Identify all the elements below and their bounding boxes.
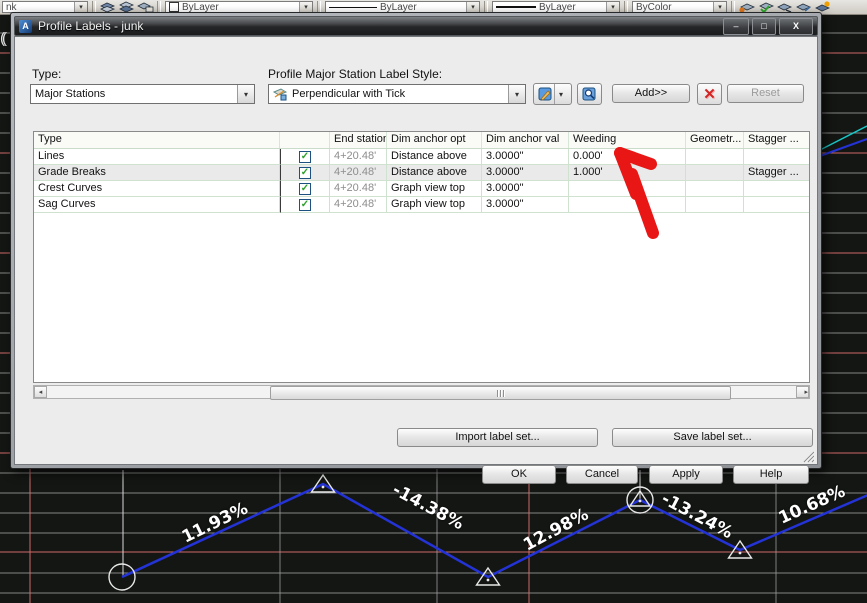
cell-anchor-opt[interactable]: Graph view top	[387, 197, 482, 213]
cell-stagger[interactable]	[744, 197, 809, 213]
save-label-set-button[interactable]: Save label set...	[612, 428, 813, 447]
label-style-icon	[273, 87, 288, 101]
cell-anchor-val[interactable]: 3.0000"	[482, 149, 569, 165]
label-style-select[interactable]: Perpendicular with Tick	[268, 84, 526, 104]
cell-anchor-val[interactable]: 3.0000"	[482, 165, 569, 181]
col-header[interactable]: Dim anchor val	[482, 132, 569, 148]
annotation-arrow	[614, 147, 659, 239]
cell-stagger[interactable]: Stagger ...	[744, 165, 809, 181]
cell-geometry[interactable]	[686, 165, 744, 181]
cell-anchor-opt[interactable]: Distance above	[387, 149, 482, 165]
cell-geometry[interactable]	[686, 181, 744, 197]
table-row-grade-breaks[interactable]: Grade Breaks 4+20.48' Distance above 3.0…	[34, 165, 809, 181]
plotstyle-value: ByColor	[636, 1, 672, 13]
ok-button[interactable]: OK	[482, 465, 556, 484]
table-row-crest-curves[interactable]: Crest Curves 4+20.48' Graph view top 3.0…	[34, 181, 809, 197]
col-header[interactable]: Type	[34, 132, 280, 148]
scrollbar-thumb[interactable]	[270, 386, 731, 400]
cell-stagger[interactable]	[744, 149, 809, 165]
cell-stagger[interactable]	[744, 181, 809, 197]
cell-type: Crest Curves	[34, 181, 280, 197]
scroll-right-arrow-icon[interactable]	[796, 386, 809, 398]
color-value: ByLayer	[182, 1, 219, 13]
cell-type: Lines	[34, 149, 280, 165]
table-header-row: Type End station Dim anchor opt Dim anch…	[34, 132, 809, 149]
minimize-button[interactable]: –	[723, 17, 749, 35]
background-curve-marks: ((	[0, 30, 7, 47]
apply-button[interactable]: Apply	[649, 465, 723, 484]
cell-anchor-opt[interactable]: Graph view top	[387, 181, 482, 197]
row-enabled-checkbox[interactable]	[299, 150, 311, 163]
import-label-set-button[interactable]: Import label set...	[397, 428, 598, 447]
row-enabled-checkbox[interactable]	[299, 182, 311, 195]
cell-anchor-val[interactable]: 3.0000"	[482, 181, 569, 197]
chevron-down-icon[interactable]	[553, 84, 568, 104]
cell-end-station: 4+20.48'	[330, 149, 387, 165]
type-label: Type:	[32, 67, 62, 81]
chevron-down-icon[interactable]	[713, 2, 726, 12]
cell-geometry[interactable]	[686, 149, 744, 165]
chevron-down-icon[interactable]	[466, 2, 479, 12]
cell-anchor-val[interactable]: 3.0000"	[482, 197, 569, 213]
resize-grip[interactable]	[803, 450, 816, 463]
table-row-lines[interactable]: Lines 4+20.48' Distance above 3.0000" 0.…	[34, 149, 809, 165]
cell-geometry[interactable]	[686, 197, 744, 213]
cell-checkbox	[280, 149, 330, 165]
linetype-sample-icon	[329, 6, 377, 8]
dialog-title: Profile Labels - junk	[38, 19, 144, 33]
chevron-down-icon[interactable]	[508, 85, 525, 103]
lineweight-value: ByLayer	[539, 1, 576, 13]
style-label: Profile Major Station Label Style:	[268, 67, 443, 81]
chevron-down-icon[interactable]	[74, 2, 87, 12]
label-types-table: Type End station Dim anchor opt Dim anch…	[33, 131, 810, 383]
linetype-value: ByLayer	[380, 1, 417, 13]
cancel-button[interactable]: Cancel	[566, 465, 638, 484]
profile-labels-dialog: A Profile Labels - junk – □ X Type: Prof…	[10, 12, 822, 484]
color-swatch-icon	[169, 2, 179, 12]
chevron-down-icon[interactable]	[606, 2, 619, 12]
layer-name: nk	[6, 1, 17, 13]
preview-style-button[interactable]	[577, 83, 602, 105]
maximize-button[interactable]: □	[752, 17, 776, 35]
col-header[interactable]	[280, 132, 330, 148]
help-button[interactable]: Help	[733, 465, 809, 484]
lineweight-sample-icon	[496, 6, 536, 8]
edit-style-icon	[538, 87, 553, 102]
delete-x-icon: ✕	[703, 85, 716, 103]
col-header[interactable]: Stagger ...	[744, 132, 809, 148]
col-header[interactable]: Geometr...	[686, 132, 744, 148]
cell-checkbox	[280, 165, 330, 181]
cell-end-station: 4+20.48'	[330, 197, 387, 213]
civil3d-app-icon: A	[19, 19, 32, 33]
close-button[interactable]: X	[779, 17, 813, 35]
col-header[interactable]: Dim anchor opt	[387, 132, 482, 148]
cell-checkbox	[280, 181, 330, 197]
add-button[interactable]: Add>>	[612, 84, 690, 103]
reset-button[interactable]: Reset	[727, 84, 804, 103]
cell-end-station: 4+20.48'	[330, 165, 387, 181]
dialog-body: Type: Profile Major Station Label Style:…	[14, 36, 818, 484]
row-enabled-checkbox[interactable]	[299, 166, 311, 179]
cell-anchor-opt[interactable]: Distance above	[387, 165, 482, 181]
type-select[interactable]: Major Stations	[30, 84, 255, 104]
label-style-value: Perpendicular with Tick	[292, 88, 406, 100]
cell-type: Grade Breaks	[34, 165, 280, 181]
delete-button[interactable]: ✕	[697, 83, 722, 105]
chevron-down-icon[interactable]	[299, 2, 312, 12]
table-horizontal-scrollbar[interactable]	[33, 385, 810, 400]
cell-end-station: 4+20.48'	[330, 181, 387, 197]
cell-type: Sag Curves	[34, 197, 280, 213]
dialog-titlebar[interactable]: A Profile Labels - junk – □ X	[14, 16, 818, 36]
col-header[interactable]: End station	[330, 132, 387, 148]
cell-checkbox	[280, 197, 330, 213]
scroll-left-arrow-icon[interactable]	[34, 386, 47, 398]
edit-style-button[interactable]	[533, 83, 572, 105]
table-row-sag-curves[interactable]: Sag Curves 4+20.48' Graph view top 3.000…	[34, 197, 809, 213]
type-value: Major Stations	[35, 88, 106, 100]
chevron-down-icon[interactable]	[237, 85, 254, 103]
row-enabled-checkbox[interactable]	[299, 198, 311, 211]
magnifier-icon	[582, 87, 597, 102]
